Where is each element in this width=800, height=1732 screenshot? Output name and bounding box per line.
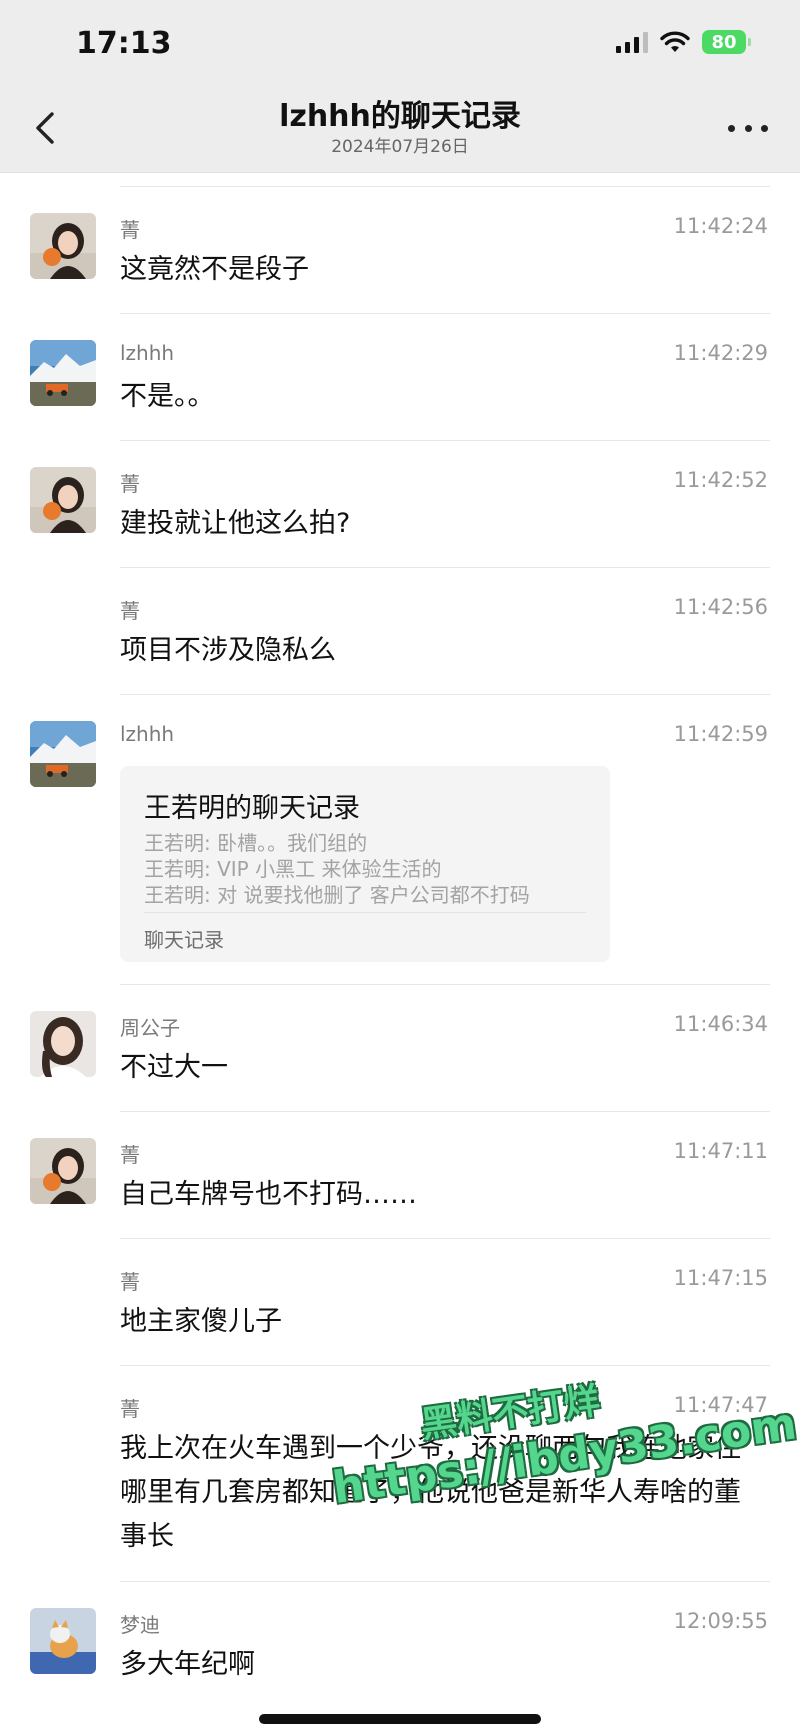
status-time: 17:13: [76, 26, 172, 61]
message-text: 我上次在火车遇到一个少爷，还没聊两句我连他家住哪里有几套房都知道了，他说他爸是新…: [120, 1433, 741, 1552]
status-icons: 80: [616, 30, 751, 54]
battery-icon: 80: [702, 30, 751, 54]
card-preview-line: 王若明: VIP 小黑工 来体验生活的: [144, 857, 442, 881]
home-indicator[interactable]: [259, 1714, 541, 1724]
divider: [120, 440, 770, 441]
avatar[interactable]: [30, 1608, 96, 1674]
message-text: 项目不涉及隐私么: [120, 635, 336, 666]
battery-level: 80: [711, 31, 737, 53]
sender-name: 菁: [120, 1270, 140, 1294]
message-time: 11:46:34: [673, 1012, 768, 1036]
avatar[interactable]: [30, 1138, 96, 1204]
message-text: 不是。。: [120, 381, 215, 412]
divider: [120, 984, 770, 985]
message-item[interactable]: 梦迪 12:09:55 多大年纪啊: [0, 1581, 800, 1708]
message-text: 不过大一: [120, 1052, 228, 1083]
divider: [120, 1581, 770, 1582]
message-item[interactable]: 菁 11:42:56 项目不涉及隐私么: [0, 567, 800, 694]
message-time: 11:42:56: [673, 595, 768, 619]
card-footer: 聊天记录: [144, 928, 224, 952]
message-text: 自己车牌号也不打码……: [120, 1179, 417, 1210]
card-preview-line: 王若明: 卧槽。。我们组的: [144, 831, 368, 855]
message-time: 11:47:47: [673, 1393, 768, 1417]
page-title: lzhhh的聊天记录: [279, 99, 521, 134]
forwarded-chat-card[interactable]: 王若明的聊天记录 王若明: 卧槽。。我们组的 王若明: VIP 小黑工 来体验生…: [120, 766, 610, 962]
message-item[interactable]: 菁 11:42:52 建投就让他这么拍?: [0, 440, 800, 567]
message-time: 11:42:29: [673, 341, 768, 365]
more-icon: [728, 124, 735, 132]
avatar[interactable]: [30, 721, 96, 787]
sender-name: lzhhh: [120, 341, 175, 365]
message-item[interactable]: 菁 11:47:47 我上次在火车遇到一个少爷，还没聊两句我连他家住哪里有几套房…: [0, 1365, 800, 1581]
message-time: 11:42:24: [673, 214, 768, 238]
divider: [120, 313, 770, 314]
message-item[interactable]: 菁 11:47:11 自己车牌号也不打码……: [0, 1111, 800, 1238]
sender-name: lzhhh: [120, 722, 175, 746]
message-item[interactable]: lzhhh 11:42:29 不是。。: [0, 313, 800, 440]
avatar[interactable]: [30, 213, 96, 279]
message-item[interactable]: 菁 11:42:24 这竟然不是段子: [0, 186, 800, 313]
message-text: 建投就让他这么拍?: [120, 508, 351, 539]
message-item[interactable]: lzhhh 11:42:59 王若明的聊天记录 王若明: 卧槽。。我们组的 王若…: [0, 694, 800, 984]
nav-title-group: lzhhh的聊天记录 2024年07月26日: [0, 98, 800, 158]
card-divider: [144, 912, 586, 913]
divider: [120, 567, 770, 568]
message-list: 菁 11:42:24 这竟然不是段子 lzhhh 11:42:29 不是。。 菁…: [0, 186, 800, 1708]
avatar[interactable]: [30, 467, 96, 533]
message-time: 11:47:11: [673, 1139, 768, 1163]
message-time: 12:09:55: [673, 1609, 768, 1633]
more-button[interactable]: [728, 116, 768, 140]
card-title: 王若明的聊天记录: [144, 793, 360, 824]
sender-name: 菁: [120, 1397, 140, 1421]
message-time: 11:42:59: [673, 722, 768, 746]
message-time: 11:42:52: [673, 468, 768, 492]
avatar[interactable]: [30, 340, 96, 406]
message-text: 地主家傻儿子: [120, 1306, 282, 1337]
divider: [120, 1238, 770, 1239]
sender-name: 菁: [120, 472, 140, 496]
card-preview: 王若明: 卧槽。。我们组的 王若明: VIP 小黑工 来体验生活的 王若明: 对…: [144, 830, 530, 908]
divider: [120, 186, 770, 187]
chat-date: 2024年07月26日: [331, 137, 469, 157]
sender-name: 周公子: [120, 1016, 180, 1040]
cellular-signal-icon: [616, 31, 648, 53]
message-text: 多大年纪啊: [120, 1649, 255, 1680]
nav-bar: lzhhh的聊天记录 2024年07月26日: [0, 88, 800, 173]
message-item[interactable]: 菁 11:47:15 地主家傻儿子: [0, 1238, 800, 1365]
sender-name: 菁: [120, 218, 140, 242]
message-item[interactable]: 周公子 11:46:34 不过大一: [0, 984, 800, 1111]
wifi-icon: [660, 31, 690, 52]
divider: [120, 1365, 770, 1366]
sender-name: 菁: [120, 1143, 140, 1167]
avatar[interactable]: [30, 1011, 96, 1077]
divider: [120, 694, 770, 695]
card-preview-line: 王若明: 对 说要找他删了 客户公司都不打码: [144, 883, 530, 907]
sender-name: 梦迪: [120, 1613, 160, 1637]
message-time: 11:47:15: [673, 1266, 768, 1290]
divider: [120, 1111, 770, 1112]
message-text: 这竟然不是段子: [120, 254, 309, 285]
sender-name: 菁: [120, 599, 140, 623]
status-bar: 17:13 80: [0, 0, 800, 88]
